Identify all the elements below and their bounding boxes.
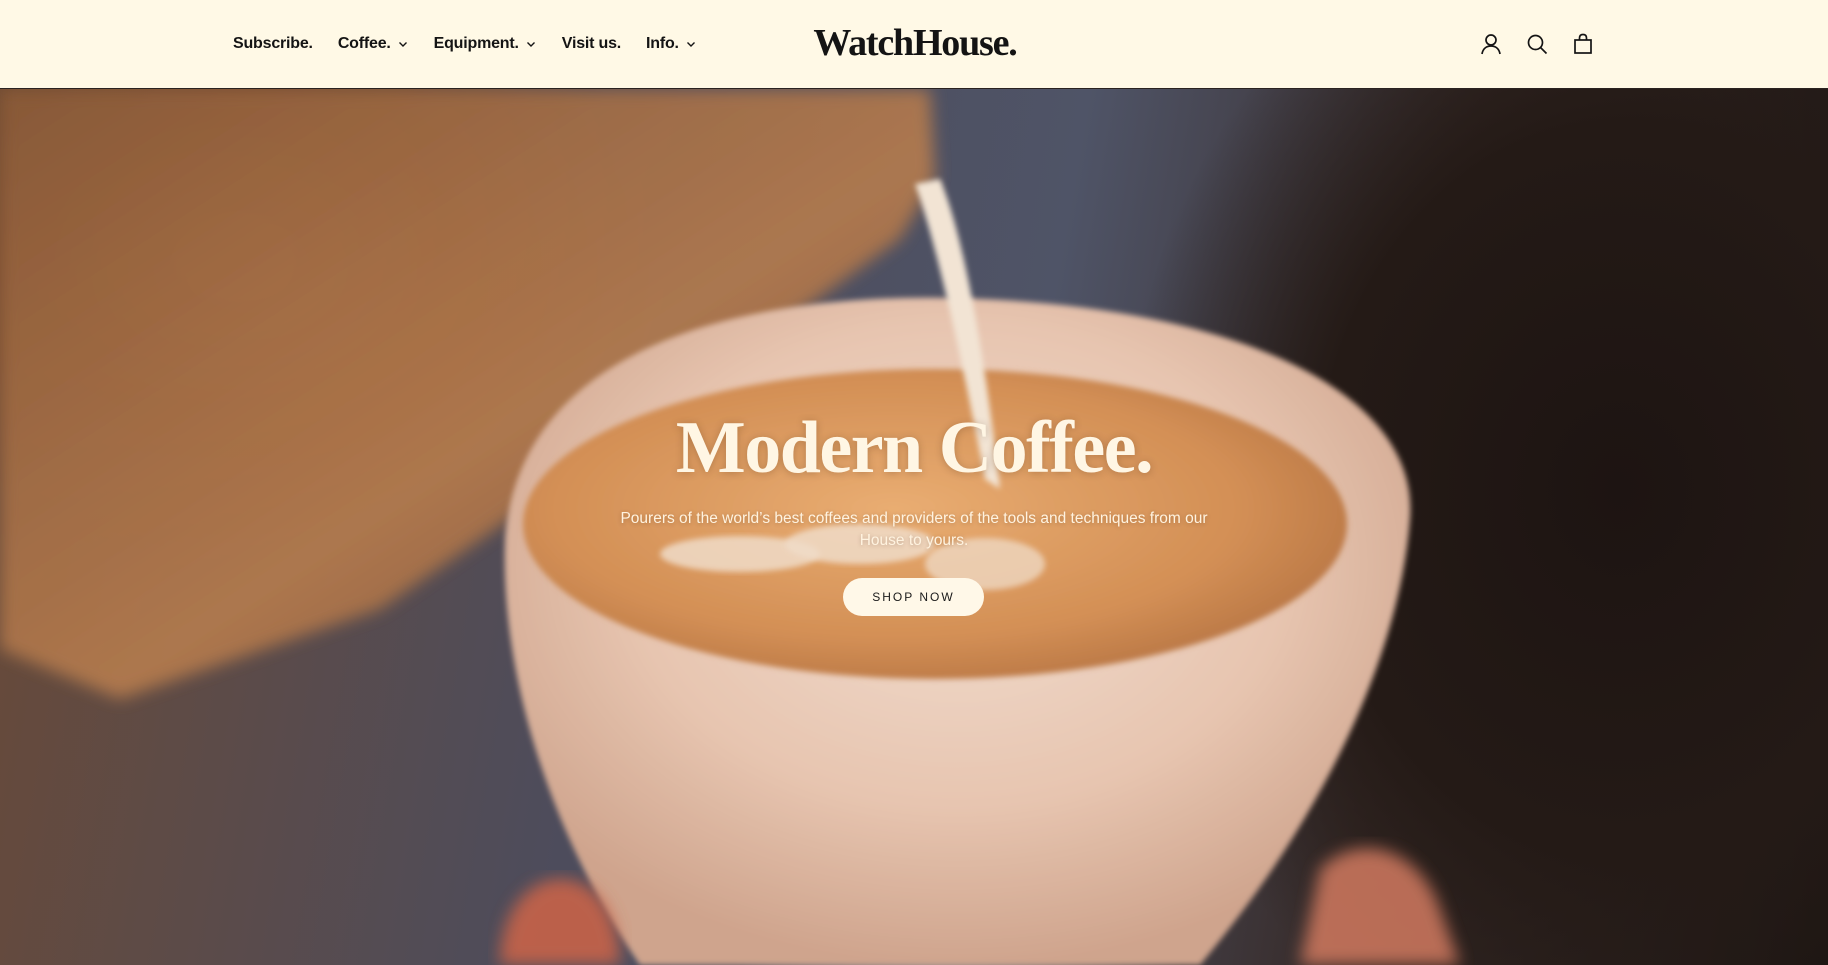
hero-section: Modern Coffee. Pourers of the world’s be… bbox=[0, 89, 1828, 965]
chevron-down-icon bbox=[398, 42, 407, 47]
account-icon bbox=[1481, 34, 1501, 55]
shop-now-label: SHOP NOW bbox=[872, 590, 955, 604]
nav-item-label: Visit us. bbox=[561, 35, 622, 52]
cart-button[interactable] bbox=[1570, 31, 1596, 57]
shop-now-button[interactable]: SHOP NOW bbox=[843, 578, 984, 616]
site-header: Subscribe. Coffee. Equipment. Visit us. … bbox=[0, 0, 1828, 89]
search-button[interactable] bbox=[1524, 31, 1550, 57]
nav-item-visit-us[interactable]: Visit us. bbox=[562, 35, 621, 53]
nav-item-label: Coffee. bbox=[337, 35, 391, 52]
logo-text: WatchHouse. bbox=[813, 22, 1017, 64]
nav-item-equipment[interactable]: Equipment. bbox=[434, 35, 537, 53]
hero-title: Modern Coffee. bbox=[675, 407, 1154, 489]
nav-item-subscribe[interactable]: Subscribe. bbox=[233, 35, 313, 53]
nav-item-label: Info. bbox=[646, 35, 679, 52]
nav-item-coffee[interactable]: Coffee. bbox=[338, 35, 409, 53]
header-icons bbox=[1458, 0, 1596, 88]
nav-item-label: Subscribe. bbox=[233, 35, 313, 52]
hero-content: Modern Coffee. Pourers of the world’s be… bbox=[0, 89, 1828, 965]
bag-icon bbox=[1574, 33, 1592, 54]
main-nav: Subscribe. Coffee. Equipment. Visit us. … bbox=[233, 0, 722, 88]
nav-item-info[interactable]: Info. bbox=[646, 35, 697, 53]
chevron-down-icon bbox=[686, 42, 695, 47]
nav-item-label: Equipment. bbox=[433, 35, 519, 52]
account-button[interactable] bbox=[1478, 31, 1504, 57]
site-logo[interactable]: WatchHouse. bbox=[803, 18, 1027, 68]
hero-subtitle: Pourers of the world’s best coffees and … bbox=[620, 510, 1208, 549]
chevron-down-icon bbox=[526, 42, 535, 47]
search-icon bbox=[1527, 34, 1548, 55]
